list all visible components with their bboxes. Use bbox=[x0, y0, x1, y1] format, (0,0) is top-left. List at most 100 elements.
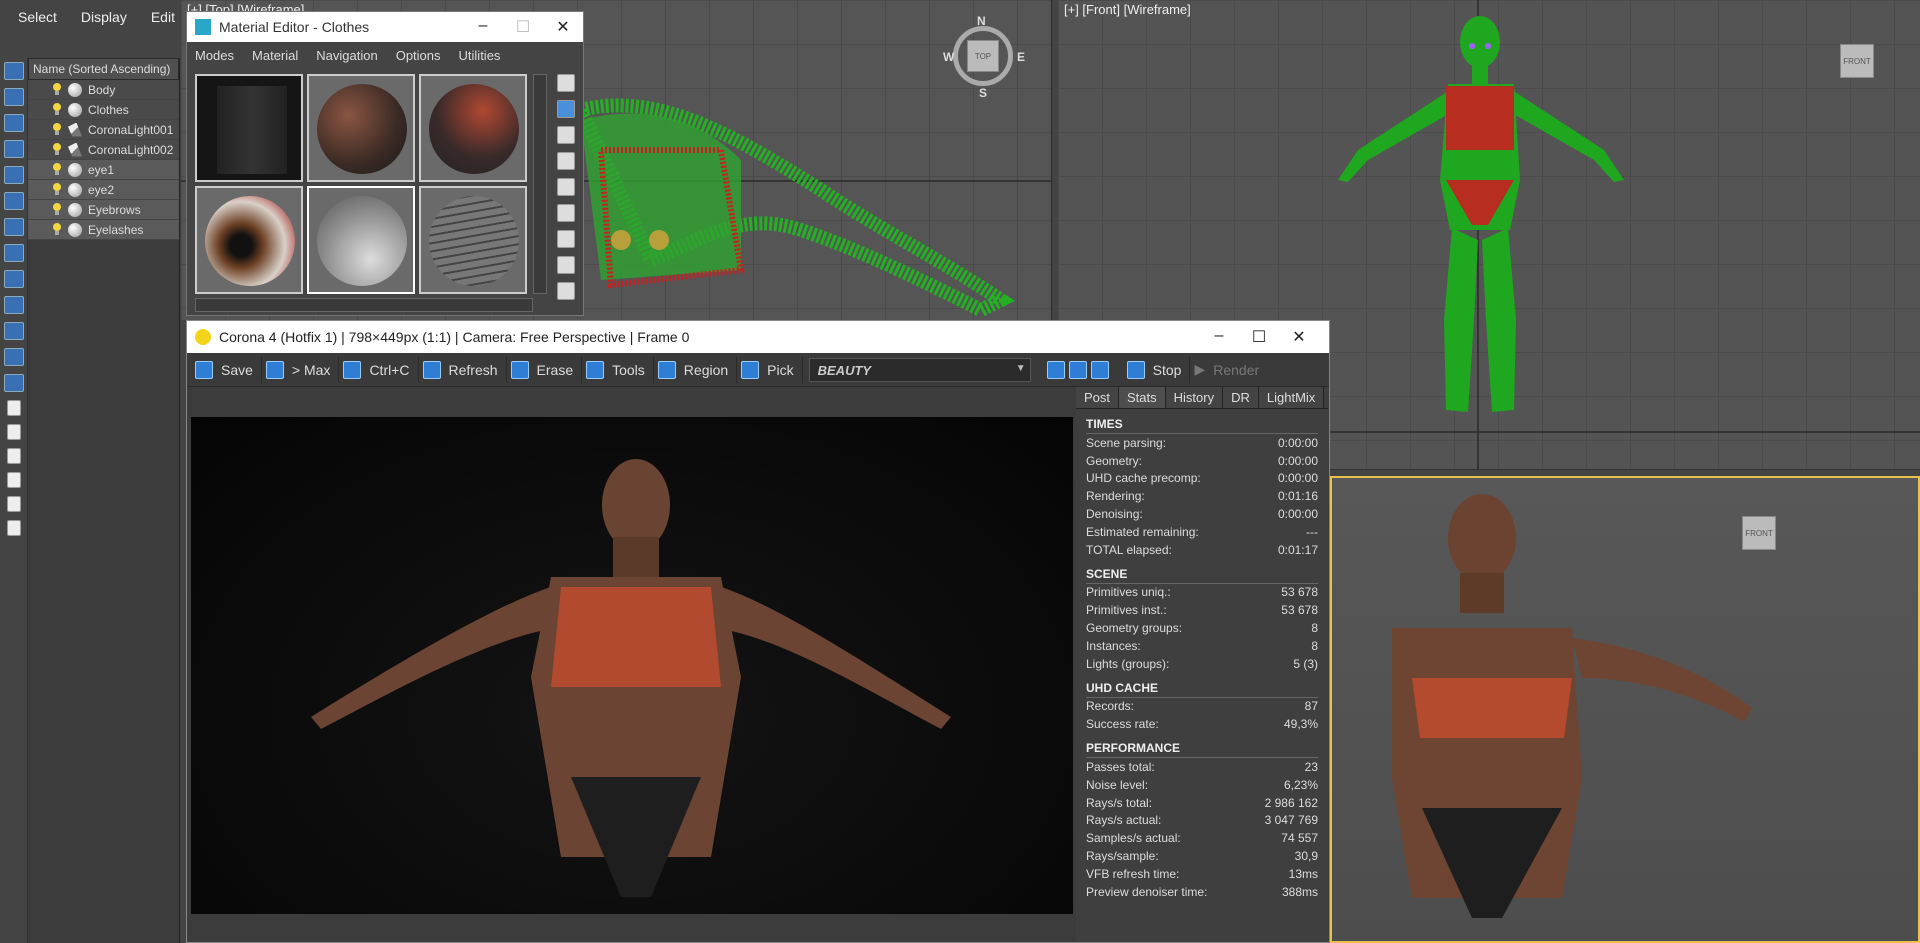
pick-label: Pick bbox=[767, 361, 794, 378]
to-max-button[interactable]: > Max bbox=[262, 356, 340, 383]
zoom-fit-icon[interactable] bbox=[1090, 360, 1109, 379]
helpers-filter-icon[interactable] bbox=[4, 192, 24, 210]
minimize-icon[interactable]: – bbox=[463, 17, 503, 37]
explorer-row[interactable]: eye2 bbox=[28, 180, 179, 200]
visibility-bulb-icon[interactable] bbox=[52, 83, 62, 96]
options-icon[interactable] bbox=[557, 230, 575, 248]
groups-filter-icon[interactable] bbox=[4, 244, 24, 262]
menu-options[interactable]: Options bbox=[396, 48, 441, 63]
explorer-row[interactable]: Eyebrows bbox=[28, 200, 179, 220]
render-pass-select[interactable]: BEAUTY bbox=[808, 357, 1031, 382]
tab-history[interactable]: History bbox=[1165, 387, 1224, 408]
menu-modes[interactable]: Modes bbox=[195, 48, 234, 63]
explorer-row[interactable]: Clothes bbox=[28, 100, 179, 120]
explorer-column-header[interactable]: Name (Sorted Ascending) bbox=[28, 58, 179, 80]
menu-edit[interactable]: Edit bbox=[141, 9, 185, 25]
copy-icon bbox=[343, 360, 362, 379]
close-icon[interactable]: ✕ bbox=[543, 17, 583, 37]
geometry-filter-icon[interactable] bbox=[4, 88, 24, 106]
corona-smiley-icon bbox=[195, 329, 211, 345]
sample-type-icon[interactable] bbox=[557, 74, 575, 92]
select-icon[interactable] bbox=[4, 62, 24, 80]
frozen-filter-icon[interactable] bbox=[4, 348, 24, 366]
material-slot-4[interactable] bbox=[195, 186, 303, 294]
find-icon[interactable] bbox=[7, 496, 21, 512]
menu-select[interactable]: Select bbox=[8, 9, 67, 25]
background-icon[interactable] bbox=[557, 126, 575, 144]
stats-key: Rendering: bbox=[1086, 489, 1145, 504]
stats-section-title: SCENE bbox=[1086, 567, 1318, 584]
material-slot-2[interactable] bbox=[307, 74, 415, 182]
display-none-icon[interactable] bbox=[7, 424, 21, 440]
material-slot-5[interactable] bbox=[307, 186, 415, 294]
visibility-bulb-icon[interactable] bbox=[52, 143, 62, 156]
make-preview-icon[interactable] bbox=[557, 204, 575, 222]
zoom-out-icon[interactable] bbox=[1068, 360, 1087, 379]
xrefs-filter-icon[interactable] bbox=[4, 270, 24, 288]
slots-horizontal-scrollbar[interactable] bbox=[195, 298, 533, 312]
maximize-icon[interactable]: ☐ bbox=[503, 17, 543, 37]
minimize-icon[interactable]: – bbox=[1199, 327, 1239, 347]
explorer-row[interactable]: Eyelashes bbox=[28, 220, 179, 240]
visibility-bulb-icon[interactable] bbox=[52, 203, 62, 216]
visibility-bulb-icon[interactable] bbox=[52, 123, 62, 136]
material-slot-6[interactable] bbox=[419, 186, 527, 294]
copy-button[interactable]: Ctrl+C bbox=[339, 356, 419, 383]
tab-dr[interactable]: DR bbox=[1223, 387, 1259, 408]
render-image[interactable] bbox=[191, 417, 1073, 914]
viewcube-top[interactable]: TOP bbox=[967, 40, 999, 72]
tab-lightmix[interactable]: LightMix bbox=[1258, 387, 1325, 408]
layers-icon[interactable] bbox=[7, 520, 21, 536]
viewcube-front[interactable]: FRONT bbox=[1840, 44, 1874, 78]
save-button[interactable]: Save bbox=[191, 356, 262, 383]
viewport-perspective[interactable]: FRONT bbox=[1330, 476, 1920, 943]
menu-utilities[interactable]: Utilities bbox=[459, 48, 501, 63]
menu-material[interactable]: Material bbox=[252, 48, 298, 63]
maximize-icon[interactable]: ☐ bbox=[1239, 327, 1279, 347]
filter-icon[interactable] bbox=[7, 472, 21, 488]
backlight-icon[interactable] bbox=[557, 100, 575, 118]
cameras-filter-icon[interactable] bbox=[4, 166, 24, 184]
visibility-bulb-icon[interactable] bbox=[52, 163, 62, 176]
display-all-icon[interactable] bbox=[7, 400, 21, 416]
refresh-button[interactable]: Refresh bbox=[419, 356, 507, 383]
uv-tiling-icon[interactable] bbox=[557, 152, 575, 170]
bones-filter-icon[interactable] bbox=[4, 296, 24, 314]
explorer-row[interactable]: CoronaLight001 bbox=[28, 120, 179, 140]
stop-button[interactable]: Stop bbox=[1123, 356, 1191, 383]
render-button[interactable]: ▶ Render bbox=[1190, 357, 1267, 383]
stats-value: 53 678 bbox=[1281, 585, 1318, 600]
material-slot-1[interactable] bbox=[195, 74, 303, 182]
shapes-filter-icon[interactable] bbox=[4, 114, 24, 132]
stats-key: VFB refresh time: bbox=[1086, 866, 1180, 881]
visibility-bulb-icon[interactable] bbox=[52, 223, 62, 236]
explorer-row[interactable]: CoronaLight002 bbox=[28, 140, 179, 160]
zoom-in-icon[interactable] bbox=[1046, 360, 1065, 379]
erase-button[interactable]: Erase bbox=[507, 356, 583, 383]
material-navigator-icon[interactable] bbox=[557, 282, 575, 300]
spacewarps-filter-icon[interactable] bbox=[4, 218, 24, 236]
menu-navigation[interactable]: Navigation bbox=[316, 48, 377, 63]
select-by-material-icon[interactable] bbox=[557, 256, 575, 274]
tab-stats[interactable]: Stats bbox=[1119, 387, 1166, 408]
visibility-bulb-icon[interactable] bbox=[52, 183, 62, 196]
containers-filter-icon[interactable] bbox=[4, 322, 24, 340]
pick-button[interactable]: Pick bbox=[737, 356, 803, 383]
hidden-filter-icon[interactable] bbox=[4, 374, 24, 392]
region-button[interactable]: Region bbox=[654, 356, 738, 383]
tools-button[interactable]: Tools bbox=[582, 356, 654, 383]
stats-value: --- bbox=[1306, 524, 1318, 539]
video-color-check-icon[interactable] bbox=[557, 178, 575, 196]
stats-row: Noise level: 6,23% bbox=[1086, 776, 1318, 794]
material-slot-3[interactable] bbox=[419, 74, 527, 182]
tab-post[interactable]: Post bbox=[1076, 387, 1120, 408]
visibility-bulb-icon[interactable] bbox=[52, 103, 62, 116]
close-icon[interactable]: ✕ bbox=[1279, 327, 1319, 347]
explorer-row[interactable]: eye1 bbox=[28, 160, 179, 180]
slots-vertical-scrollbar[interactable] bbox=[533, 74, 547, 294]
lights-filter-icon[interactable] bbox=[4, 140, 24, 158]
explorer-row[interactable]: Body bbox=[28, 80, 179, 100]
menu-display[interactable]: Display bbox=[71, 9, 137, 25]
viewcube-perspective[interactable]: FRONT bbox=[1742, 516, 1776, 550]
display-invert-icon[interactable] bbox=[7, 448, 21, 464]
